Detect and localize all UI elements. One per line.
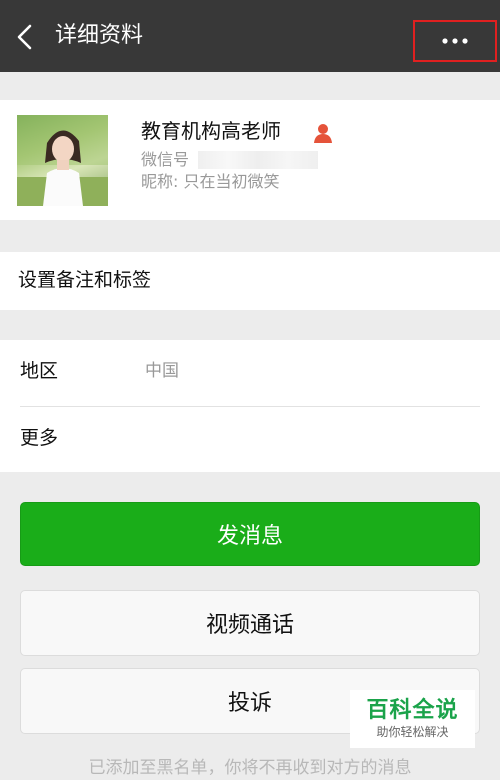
info-card: 地区 中国 更多 [0, 340, 500, 472]
back-arrow-icon[interactable] [14, 23, 38, 51]
nickname-label: 昵称: [141, 172, 179, 191]
send-message-button[interactable]: 发消息 [20, 502, 480, 566]
page-title: 详细资料 [55, 23, 144, 48]
watermark-logo: 百科全说 助你轻松解决 [350, 690, 475, 748]
blacklist-notice: 已添加至黑名单，你将不再收到对方的消息 [88, 758, 412, 778]
profile-card: 教育机构高老师 微信号 昵称: 只在当初微笑 [0, 100, 500, 220]
region-label: 地区 [20, 360, 59, 382]
more-dots-icon [440, 37, 470, 45]
divider [20, 406, 480, 407]
watermark-title: 百科全说 [366, 698, 459, 723]
nickname-row: 昵称: 只在当初微笑 [141, 171, 280, 193]
contact-name: 教育机构高老师 [141, 119, 281, 143]
remark-tags-label: 设置备注和标签 [18, 269, 152, 291]
more-options-button[interactable] [413, 20, 497, 62]
top-bar: 详细资料 [0, 0, 500, 72]
region-value: 中国 [145, 361, 179, 381]
wechat-id-label: 微信号 [141, 150, 190, 169]
person-icon [312, 122, 334, 148]
nickname-value: 只在当初微笑 [183, 172, 280, 191]
watermark-subtitle: 助你轻松解决 [376, 725, 449, 739]
blurred-wechat-id [198, 151, 318, 169]
video-call-button[interactable]: 视频通话 [20, 590, 480, 656]
more-row[interactable]: 更多 [20, 424, 58, 452]
remark-tags-row[interactable]: 设置备注和标签 [0, 252, 500, 310]
avatar[interactable] [17, 115, 108, 206]
